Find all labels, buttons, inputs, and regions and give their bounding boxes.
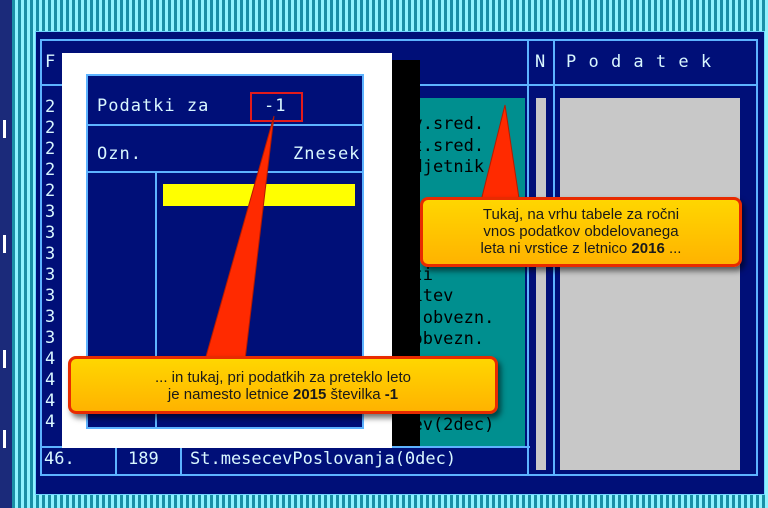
row-code: 189 bbox=[128, 449, 159, 469]
header-col-podatek: P o d a t e k bbox=[566, 52, 713, 72]
row-label: St.mesecevPoslovanja(0dec) bbox=[190, 449, 457, 469]
callout-bottom: ... in tukaj, pri podatkih za preteklo l… bbox=[68, 356, 498, 414]
callout-top-line1: Tukaj, na vrhu tabele za ročni bbox=[482, 206, 680, 223]
row-number-digit: 3 bbox=[45, 307, 57, 327]
dialog-title: Podatki za bbox=[97, 96, 210, 116]
row-number-digit: 3 bbox=[45, 265, 57, 285]
row-number-digit: 3 bbox=[45, 286, 57, 306]
callout-top-line2: vnos podatkov obdelovanega bbox=[483, 223, 679, 240]
bottom-row-divider-2 bbox=[180, 448, 182, 474]
row-number-digit: 2 bbox=[45, 97, 57, 117]
column-header-znesek: Znesek bbox=[293, 144, 361, 164]
row-number-digit: 2 bbox=[45, 118, 57, 138]
row-number-digit: 3 bbox=[45, 223, 57, 243]
row-number-digit: 2 bbox=[45, 181, 57, 201]
row-number-digit: 4 bbox=[45, 370, 57, 390]
n-column-fill bbox=[536, 98, 546, 470]
row-number-digit: 3 bbox=[45, 328, 57, 348]
callout-top: Tukaj, na vrhu tabele za ročni vnos poda… bbox=[420, 197, 742, 267]
window-inner-right bbox=[756, 39, 758, 476]
left-edge-bar bbox=[0, 0, 12, 508]
dialog-title-divider bbox=[88, 124, 362, 126]
dialog-header-divider bbox=[88, 171, 362, 173]
column-header-ozn: Ozn. bbox=[97, 144, 142, 164]
podatek-column-fill bbox=[560, 98, 740, 470]
callout-top-line3: leta ni vrstice z letnico 2016 ... bbox=[480, 240, 682, 257]
window-inner-left bbox=[40, 39, 42, 476]
row-number-digit: 2 bbox=[45, 160, 57, 180]
window-inner-bottom bbox=[40, 474, 758, 476]
header-col-n: N bbox=[535, 52, 547, 72]
window-inner-top bbox=[40, 39, 758, 41]
row-number-digit: 2 bbox=[45, 139, 57, 159]
row-number: 46. bbox=[44, 449, 75, 469]
selected-row-cursor[interactable] bbox=[163, 184, 355, 206]
row-number-digit: 3 bbox=[45, 202, 57, 222]
callout-bottom-line2: je namesto letnice 2015 številka -1 bbox=[167, 386, 399, 403]
bottom-row-divider-1 bbox=[115, 448, 117, 474]
row-number-digit: 4 bbox=[45, 412, 57, 432]
row-number-digit: 4 bbox=[45, 349, 57, 369]
row-number-digit: 4 bbox=[45, 391, 57, 411]
callout-bottom-line1: ... in tukaj, pri podatkih za preteklo l… bbox=[155, 369, 411, 386]
row-number-digit: 3 bbox=[45, 244, 57, 264]
header-letter-f: F bbox=[45, 52, 57, 72]
year-highlight-box bbox=[250, 92, 303, 122]
